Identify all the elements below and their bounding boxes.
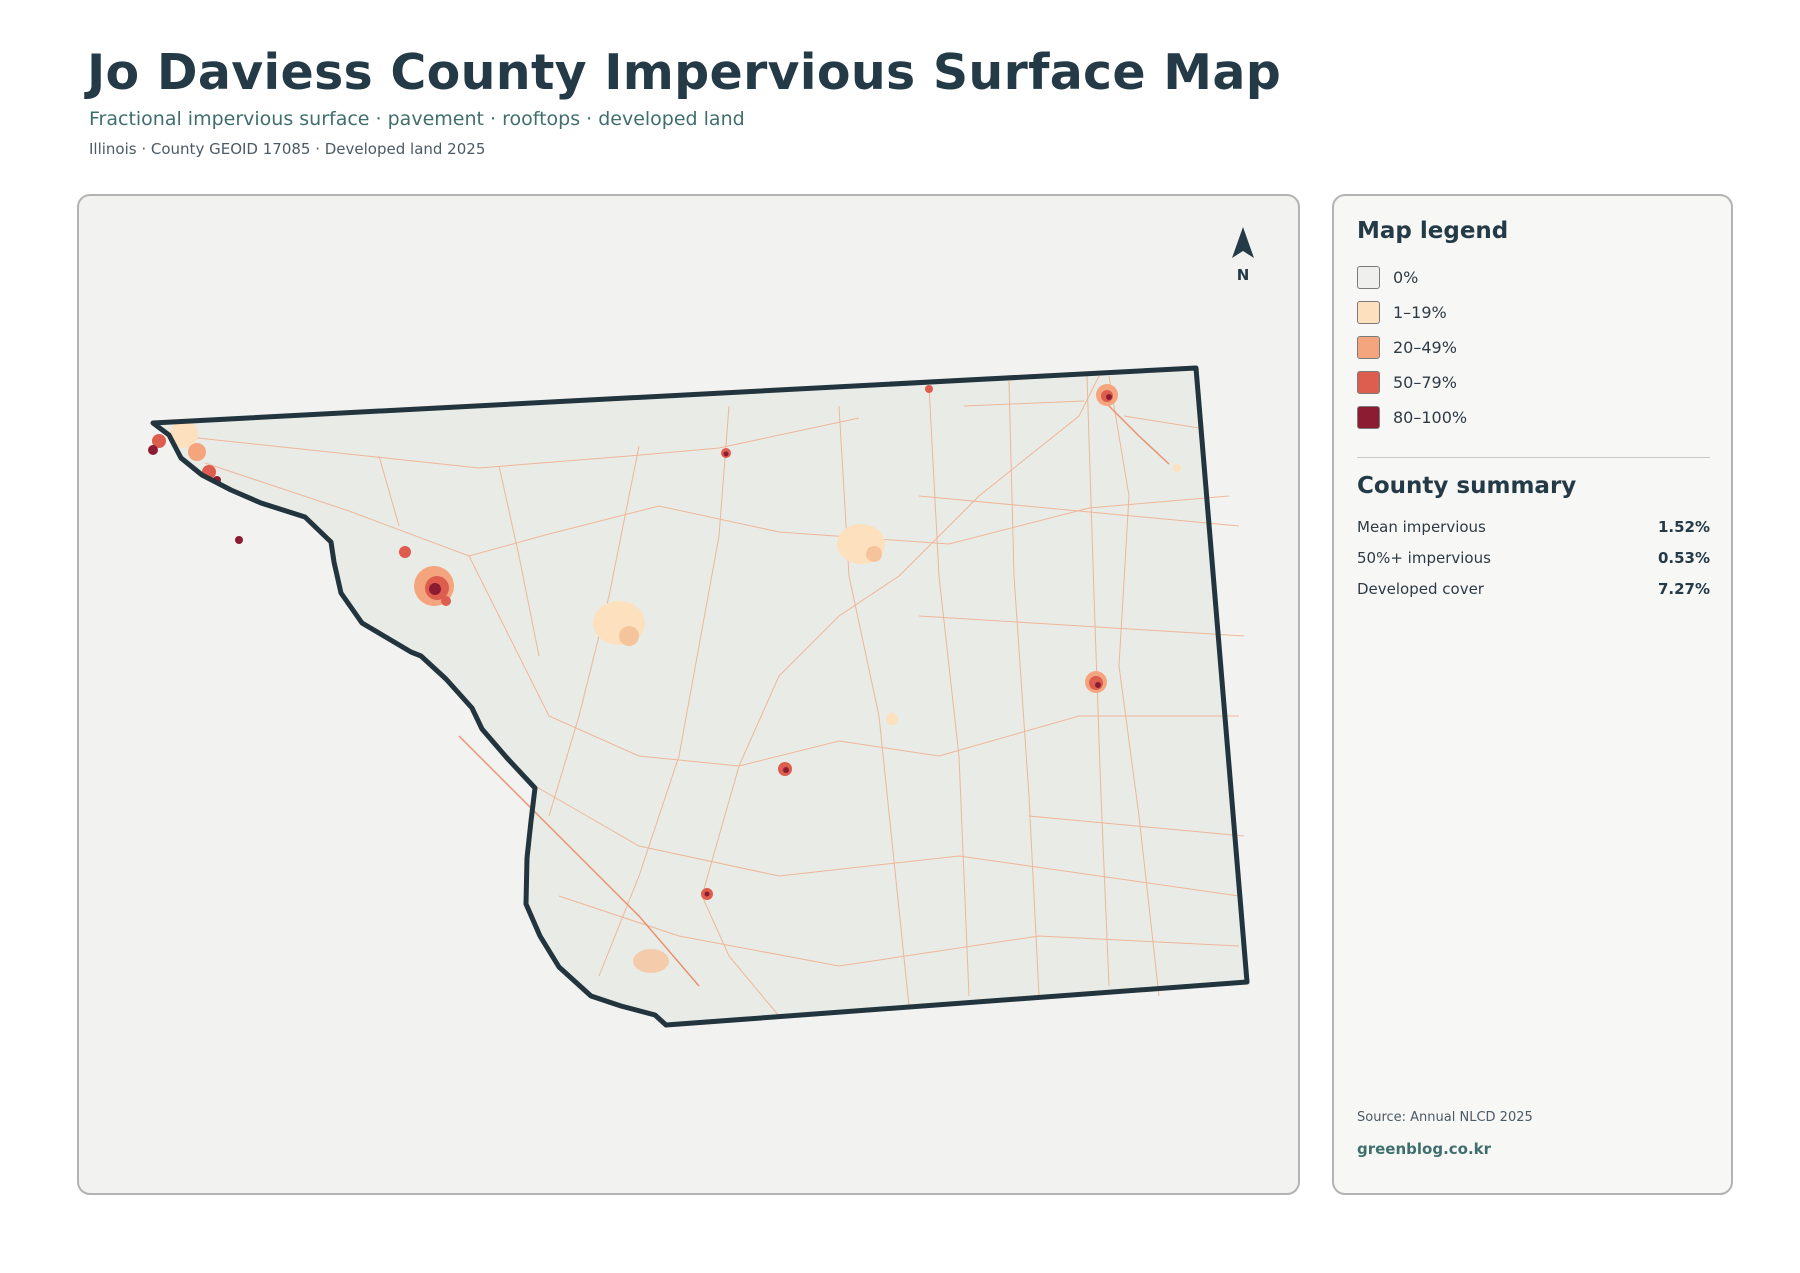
legend-label: 20–49% [1393,338,1457,357]
legend-swatch [1357,371,1380,394]
legend-label: 50–79% [1393,373,1457,392]
stat-value: 1.52% [1657,518,1710,536]
legend-divider [1357,457,1710,458]
north-label: N [1237,266,1250,284]
page-meta: Illinois · County GEOID 17085 · Develope… [89,140,486,158]
legend-item: 50–79% [1357,371,1657,397]
legend-swatch [1357,266,1380,289]
county-map[interactable]: N [79,196,1300,1195]
legend-label: 80–100% [1393,408,1468,427]
summary-row: 50%+ impervious 0.53% [1357,549,1710,571]
county-shape [153,368,1247,1025]
stat-value: 7.27% [1657,580,1710,598]
legend-item: 80–100% [1357,406,1657,432]
page-title: Jo Daviess County Impervious Surface Map [87,44,1282,101]
legend-panel: Map legend 0% 1–19% 20–49% 50–79% 80–100… [1332,194,1733,1195]
summary-row: Mean impervious 1.52% [1357,518,1710,540]
stat-value: 0.53% [1657,549,1710,567]
legend-item: 1–19% [1357,301,1657,327]
summary-title: County summary [1357,473,1577,499]
source-note: Source: Annual NLCD 2025 [1357,1110,1533,1125]
stat-label: Mean impervious [1357,518,1486,536]
north-arrow-icon: N [1232,227,1254,284]
legend-label: 0% [1393,268,1419,287]
page-subtitle: Fractional impervious surface · pavement… [89,108,745,130]
legend-label: 1–19% [1393,303,1447,322]
map-panel[interactable]: N [77,194,1300,1195]
credit-link[interactable]: greenblog.co.kr [1357,1140,1491,1158]
legend-swatch [1357,406,1380,429]
summary-row: Developed cover 7.27% [1357,580,1710,602]
legend-title: Map legend [1357,218,1509,244]
legend-swatch [1357,336,1380,359]
legend-item: 20–49% [1357,336,1657,362]
legend-swatch [1357,301,1380,324]
legend-item: 0% [1357,266,1657,292]
stat-label: Developed cover [1357,580,1484,598]
stat-label: 50%+ impervious [1357,549,1491,567]
